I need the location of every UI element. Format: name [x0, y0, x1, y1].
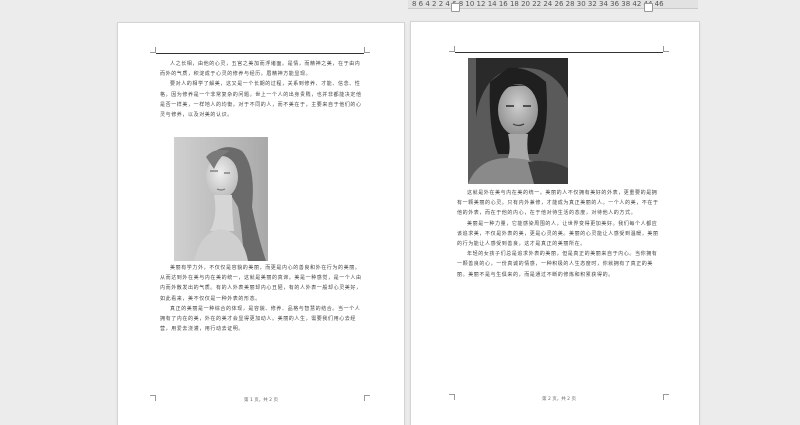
margin-corner-mark [364, 395, 370, 401]
margin-corner-mark [449, 394, 455, 400]
paragraph: 人之长相，由他的心灵，五官之美加而浮诸面。是情，而精神之美，在于由内而外的气质，… [160, 61, 361, 78]
header-rule [455, 52, 663, 53]
paragraph: 美丽是一种力量，它能感染周围的人，让世界变得更加美好。我们每个人都应该追求美，不… [457, 220, 659, 248]
body-text-bottom[interactable]: 美丽有学力外，不仅仅是容貌的美丽，而更是内心的善良和外在行为的美丽。从而达到外在… [160, 263, 362, 358]
paragraph: 真正的美丽是一种综合的体现，是容貌、修养、品格与智慧的结合。当一个人拥有了内在的… [160, 305, 361, 333]
paragraph: 要对人的相学了解美，这又是一个长期的过程，关系到修养、才能、信念、性格，因为修养… [160, 81, 362, 119]
paragraph: 这就是外在美与内在美的统一。美丽的人不仅拥有美好的外表，更重要的是拥有一颗美丽的… [457, 190, 659, 217]
margin-corner-mark [663, 394, 669, 400]
body-text[interactable]: 这就是外在美与内在美的统一。美丽的人不仅拥有美好的外表，更重要的是拥有一颗美丽的… [457, 188, 659, 388]
portrait-photo-1[interactable] [174, 137, 268, 261]
margin-corner-mark [150, 395, 156, 401]
page-footer[interactable]: 第 2 页，共 2 页 [529, 396, 589, 402]
page-footer[interactable]: 第 1 页，共 2 页 [231, 397, 291, 403]
header-rule [156, 53, 364, 54]
body-text-top[interactable]: 人之长相，由他的心灵，五官之美加而浮诸面。是情，而精神之美，在于由内而外的气质，… [160, 59, 362, 139]
document-page-1[interactable]: 人之长相，由他的心灵，五官之美加而浮诸面。是情，而精神之美，在于由内而外的气质，… [118, 23, 404, 425]
margin-corner-mark [663, 46, 669, 52]
document-workspace[interactable]: 8 6 4 2 2 4 6 8 10 12 14 16 18 20 22 24 … [0, 0, 800, 425]
portrait-photo-2[interactable] [468, 58, 568, 184]
right-indent-marker[interactable] [644, 3, 653, 12]
document-page-2[interactable]: 这就是外在美与内在美的统一。美丽的人不仅拥有美好的外表，更重要的是拥有一颗美丽的… [411, 22, 699, 425]
paragraph: 年轻的女孩子们总是追求外表的美丽，但是真正的美丽来自于内心。当你拥有一颗善良的心… [457, 251, 658, 278]
left-indent-marker[interactable] [451, 3, 460, 12]
margin-corner-mark [364, 47, 370, 53]
ruler-ticks: 8 6 4 2 2 4 6 8 10 12 14 16 18 20 22 24 … [412, 0, 664, 8]
paragraph: 美丽有学力外，不仅仅是容貌的美丽，而更是内心的善良和外在行为的美丽。从而达到外在… [160, 265, 362, 302]
